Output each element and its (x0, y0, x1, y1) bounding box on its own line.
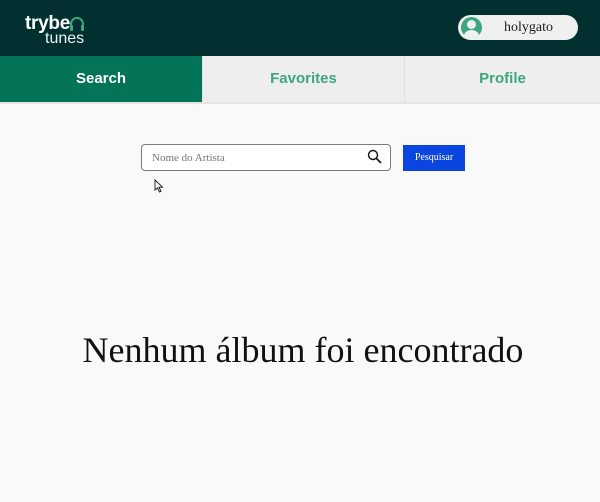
tab-profile[interactable]: Profile (404, 56, 600, 102)
artist-search-input[interactable] (142, 145, 364, 170)
tab-search[interactable]: Search (0, 56, 202, 102)
username-label: holygato (504, 20, 553, 35)
logo-text-bottom: tunes (45, 30, 85, 47)
search-icon[interactable] (367, 149, 382, 164)
no-results-message: Nenhum álbum foi encontrado (82, 330, 524, 370)
user-profile-pill[interactable]: holygato (458, 15, 578, 40)
app-header: trybe tunes holygato (0, 0, 600, 56)
user-icon (461, 17, 482, 38)
nav-divider (0, 102, 600, 104)
search-field-wrapper (141, 144, 391, 171)
tab-favorites[interactable]: Favorites (202, 56, 404, 102)
mouse-cursor-icon (154, 179, 164, 193)
main-nav: Search Favorites Profile (0, 56, 600, 102)
search-button[interactable]: Pesquisar (403, 145, 465, 171)
